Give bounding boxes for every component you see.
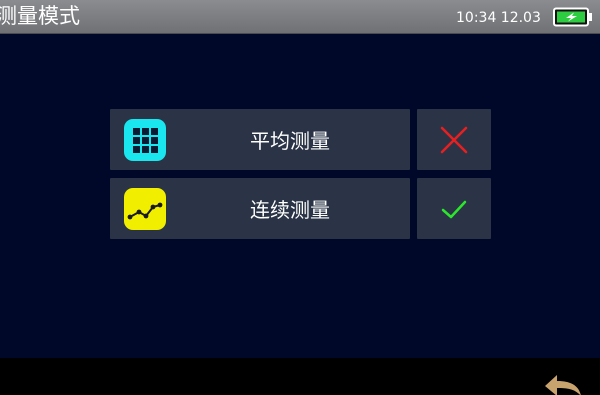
clock: 10:34 12.03 xyxy=(456,10,541,26)
title-bar: 测量模式 10:34 12.03 xyxy=(0,0,600,34)
grid-icon xyxy=(124,119,166,161)
continuous-measurement-label: 连续测量 xyxy=(250,198,330,222)
average-measurement-label: 平均测量 xyxy=(250,129,330,153)
bottom-bar xyxy=(0,358,600,395)
average-measurement-status[interactable] xyxy=(417,109,491,170)
average-measurement-option[interactable]: 平均测量 xyxy=(110,109,410,170)
continuous-measurement-status[interactable] xyxy=(417,178,491,239)
cross-icon xyxy=(440,126,468,154)
continuous-measurement-option[interactable]: 连续测量 xyxy=(110,178,410,239)
check-icon xyxy=(441,200,467,219)
back-arrow-icon[interactable] xyxy=(543,374,583,395)
page-title: 测量模式 xyxy=(0,4,80,28)
screen: 测量模式 10:34 12.03 平均测量 连续测量 xyxy=(0,0,600,395)
battery-charging-icon xyxy=(553,7,592,27)
line-chart-icon xyxy=(124,188,166,230)
